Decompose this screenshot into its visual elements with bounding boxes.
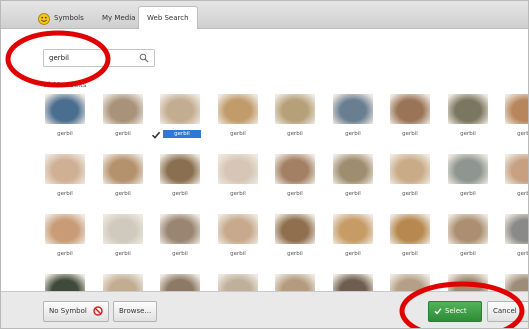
image-result-label: gerbil [402,191,418,197]
gerbil-thumbnail [45,274,85,291]
image-result-label: gerbil [115,131,131,137]
image-result-label: gerbil [517,251,528,257]
tab-bar: Symbols My Media Web Search [1,1,528,30]
gerbil-thumbnail [390,214,430,244]
symbol-picker-dialog: Symbols My Media Web Search of 60 result… [0,0,529,329]
browse-label: Browse... [119,307,152,315]
image-result-label: gerbil [402,131,418,137]
gerbil-thumbnail [160,214,200,244]
image-result-label: gerbil [163,130,201,138]
gerbil-thumbnail [45,214,85,244]
select-button[interactable]: Select [428,301,482,322]
gerbil-thumbnail [333,214,373,244]
cancel-button[interactable]: Cancel [487,301,528,322]
image-result-label: gerbil [460,191,476,197]
image-result-label: gerbil [172,251,188,257]
image-result-label: gerbil [402,251,418,257]
gerbil-thumbnail [103,274,143,291]
tab-web-search-label: Web Search [147,14,189,22]
image-result-label: gerbil [57,251,73,257]
image-result-label: gerbil [345,191,361,197]
image-result-label: gerbil [460,251,476,257]
image-results-grid: gerbil gerbil gerbil gerbil gerbil gerbil gerb… [1,29,528,291]
browse-button[interactable]: Browse... [113,301,158,322]
image-result-label: gerbil [115,251,131,257]
gerbil-thumbnail [448,94,488,124]
gerbil-thumbnail [275,154,315,184]
gerbil-thumbnail [505,274,528,291]
image-result-label: gerbil [230,251,246,257]
gerbil-thumbnail [333,274,373,291]
image-result-label: gerbil [57,131,73,137]
image-result-label: gerbil [287,131,303,137]
dialog-footer: No Symbol Browse... Select Cancel [1,291,528,328]
gerbil-thumbnail [505,94,528,124]
prohibited-icon [93,306,103,316]
tab-my-media[interactable]: My Media [93,6,144,29]
image-result-label: gerbil [172,191,188,197]
gerbil-thumbnail [448,274,488,291]
gerbil-thumbnail [390,94,430,124]
gerbil-thumbnail [505,154,528,184]
no-symbol-button[interactable]: No Symbol [43,301,110,322]
gerbil-thumbnail [218,154,258,184]
gerbil-thumbnail [103,214,143,244]
smiley-icon [38,12,50,25]
tab-my-media-label: My Media [102,14,136,22]
no-symbol-label: No Symbol [49,307,87,315]
gerbil-thumbnail [103,94,143,124]
gerbil-thumbnail [505,214,528,244]
image-result-label: gerbil [230,131,246,137]
gerbil-thumbnail [275,94,315,124]
gerbil-thumbnail [45,154,85,184]
image-result-label: gerbil [287,191,303,197]
gerbil-thumbnail [218,274,258,291]
image-result-label: gerbil [460,131,476,137]
gerbil-thumbnail [103,154,143,184]
gerbil-thumbnail [218,94,258,124]
cancel-label: Cancel [493,307,517,315]
gerbil-thumbnail [45,94,85,124]
image-result-label: gerbil [57,191,73,197]
gerbil-thumbnail [390,274,430,291]
tab-web-search[interactable]: Web Search [138,6,198,30]
image-result-label: gerbil [115,191,131,197]
image-result-label: gerbil [517,191,528,197]
gerbil-thumbnail [218,214,258,244]
checkmark-icon [434,308,442,315]
image-result-label: gerbil [345,251,361,257]
gerbil-thumbnail [448,154,488,184]
gerbil-thumbnail [448,214,488,244]
image-result-label: gerbil [345,131,361,137]
gerbil-thumbnail [160,94,200,124]
select-label: Select [445,307,467,315]
gerbil-thumbnail [160,154,200,184]
image-result-label: gerbil [230,191,246,197]
image-result-label: gerbil [287,251,303,257]
gerbil-thumbnail [333,154,373,184]
selected-check-icon [151,131,161,139]
gerbil-thumbnail [275,274,315,291]
gerbil-thumbnail [275,214,315,244]
tab-symbols[interactable]: Symbols [29,6,93,29]
gerbil-thumbnail [390,154,430,184]
image-result-label: gerbil [517,131,528,137]
tab-symbols-label: Symbols [54,14,84,22]
gerbil-thumbnail [160,274,200,291]
results-panel: of 60 results gerbilgerbilgerbilgerbilge… [1,29,528,291]
gerbil-thumbnail [333,94,373,124]
